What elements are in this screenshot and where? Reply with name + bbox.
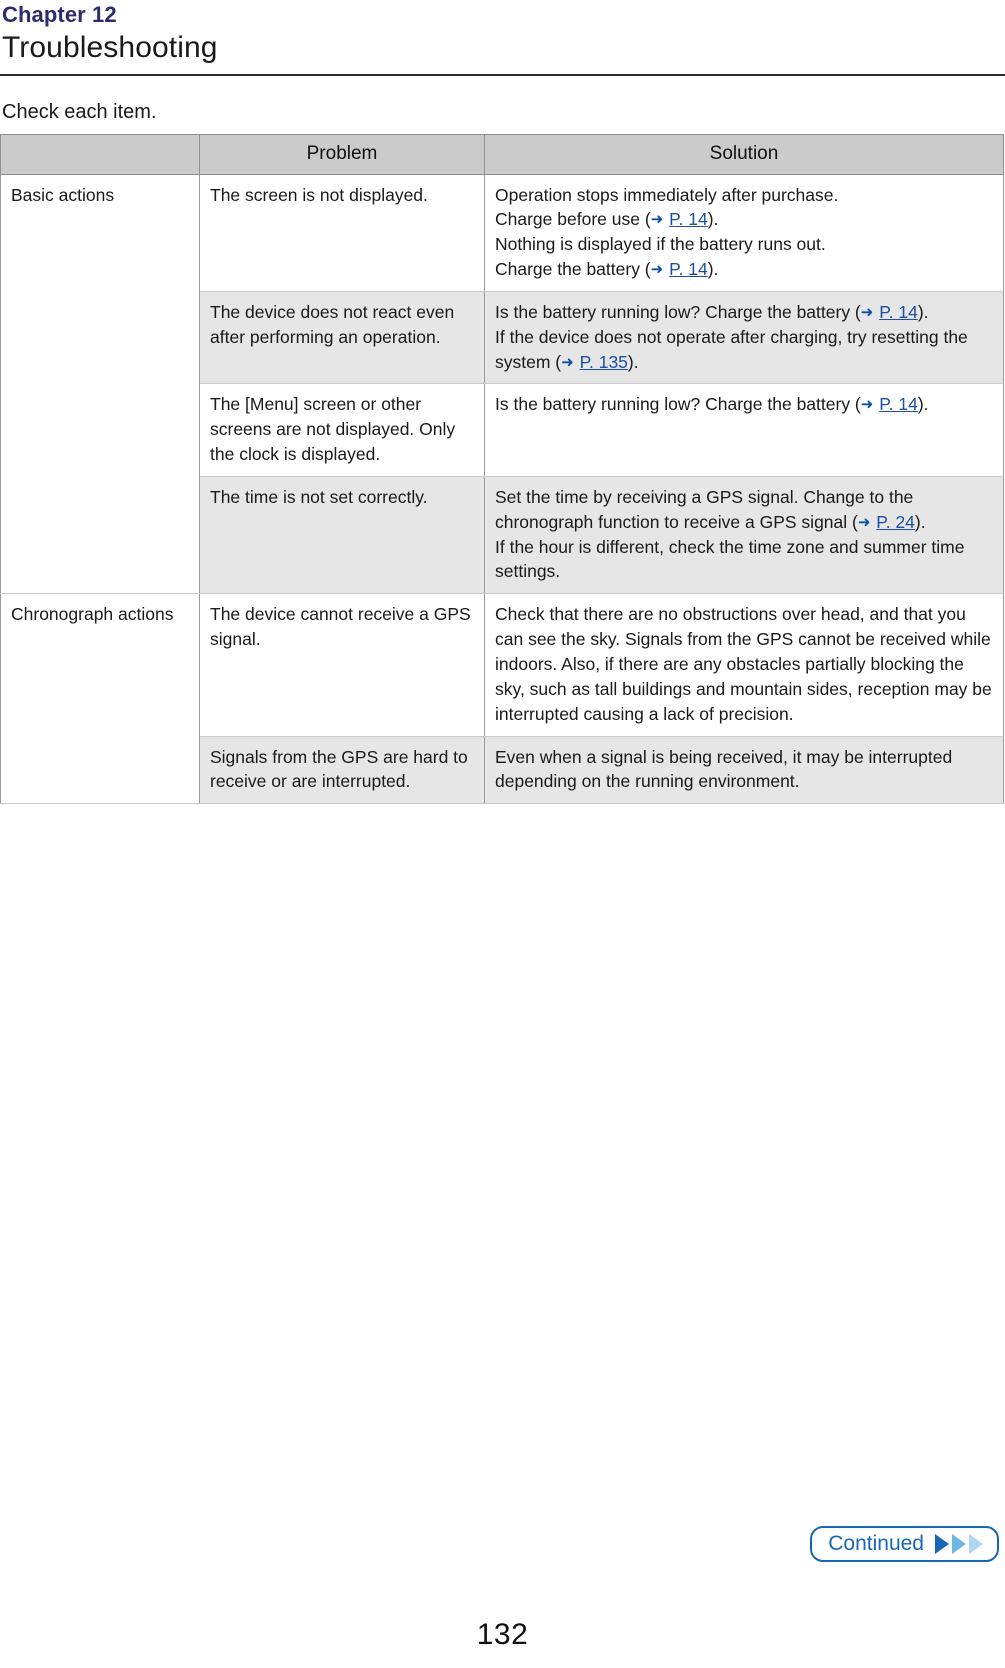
- page-reference-link[interactable]: P. 24: [876, 512, 915, 532]
- solution-line: Charge the battery (➜ P. 14).: [495, 259, 719, 280]
- table-row: Basic actions The screen is not displayed…: [0, 173, 1004, 595]
- solution-line: Set the time by receiving a GPS signal. …: [495, 486, 926, 532]
- page-reference-link[interactable]: P. 14: [669, 209, 708, 229]
- solution-line: Is the battery running low? Charge the b…: [495, 394, 929, 415]
- page-reference-link[interactable]: P. 14: [879, 394, 918, 414]
- page-reference-link[interactable]: P. 14: [669, 259, 708, 279]
- problem-cell: The [Menu] screen or other screens are n…: [199, 383, 485, 477]
- page-reference-link[interactable]: P. 135: [580, 352, 628, 372]
- category-cell: Chronograph actions: [0, 593, 200, 805]
- column-header-category: [0, 133, 200, 175]
- solution-cell: Even when a signal is being received, it…: [484, 735, 1004, 805]
- solution-line: Nothing is displayed if the battery runs…: [495, 234, 826, 255]
- problem-cell: The time is not set correctly.: [199, 475, 485, 595]
- problem-cell: Signals from the GPS are hard to receive…: [199, 735, 485, 805]
- solution-cell: Set the time by receiving a GPS signal. …: [484, 475, 1004, 595]
- arrow-right-icon: ➜: [650, 261, 664, 279]
- continued-label: Continued: [828, 1532, 924, 1555]
- solution-cell: Check that there are no obstructions ove…: [484, 593, 1004, 737]
- solution-line: Charge before use (➜ P. 14).: [495, 209, 719, 230]
- column-header-problem: Problem: [199, 133, 485, 175]
- table-header-row: Problem Solution: [0, 133, 1004, 175]
- problem-cell: The screen is not displayed.: [199, 173, 485, 292]
- continued-button[interactable]: Continued: [810, 1526, 999, 1562]
- solution-line: If the hour is different, check the time…: [495, 536, 965, 582]
- triangle-right-icon-2: [952, 1533, 966, 1554]
- page-header: Chapter 12 Troubleshooting: [0, 0, 1005, 76]
- arrow-right-icon: ➜: [860, 396, 874, 414]
- arrow-right-icon: ➜: [561, 353, 574, 371]
- solution-cell: Is the battery running low? Charge the b…: [484, 290, 1004, 385]
- solution-cell: Is the battery running low? Charge the b…: [484, 383, 1004, 477]
- page-reference-link[interactable]: P. 14: [879, 302, 918, 322]
- column-header-solution: Solution: [484, 133, 1004, 175]
- solution-line: Is the battery running low? Charge the b…: [495, 301, 929, 322]
- arrow-right-icon: ➜: [857, 513, 871, 531]
- page-title: Troubleshooting: [2, 31, 218, 64]
- chapter-label: Chapter 12: [2, 2, 117, 27]
- table-body: Basic actions The screen is not displayed…: [0, 173, 1004, 805]
- category-cell: Basic actions: [0, 173, 200, 595]
- table-header: Problem Solution: [0, 133, 1004, 175]
- page-number: 132: [476, 1618, 529, 1651]
- intro-text: Check each item.: [2, 100, 157, 123]
- triangle-right-icon-1: [935, 1533, 949, 1554]
- troubleshooting-table: Problem Solution Basic actions The screen…: [0, 133, 1004, 805]
- problem-cell: The device does not react even after per…: [199, 290, 485, 385]
- arrow-right-icon: ➜: [860, 303, 874, 321]
- triangle-right-icon-3: [969, 1533, 983, 1554]
- arrow-right-icon: ➜: [650, 211, 664, 229]
- solution-line: If the device does not operate after cha…: [495, 326, 968, 372]
- solution-cell: Operation stops immediately after purcha…: [484, 173, 1004, 292]
- problem-cell: The device cannot receive a GPS signal.: [199, 593, 485, 737]
- table-row: Chronograph actions The device cannot rec…: [0, 593, 1004, 805]
- solution-line: Even when a signal is being received, it…: [495, 746, 953, 792]
- solution-line: Check that there are no obstructions ove…: [495, 604, 992, 724]
- solution-line: Operation stops immediately after purcha…: [495, 184, 839, 205]
